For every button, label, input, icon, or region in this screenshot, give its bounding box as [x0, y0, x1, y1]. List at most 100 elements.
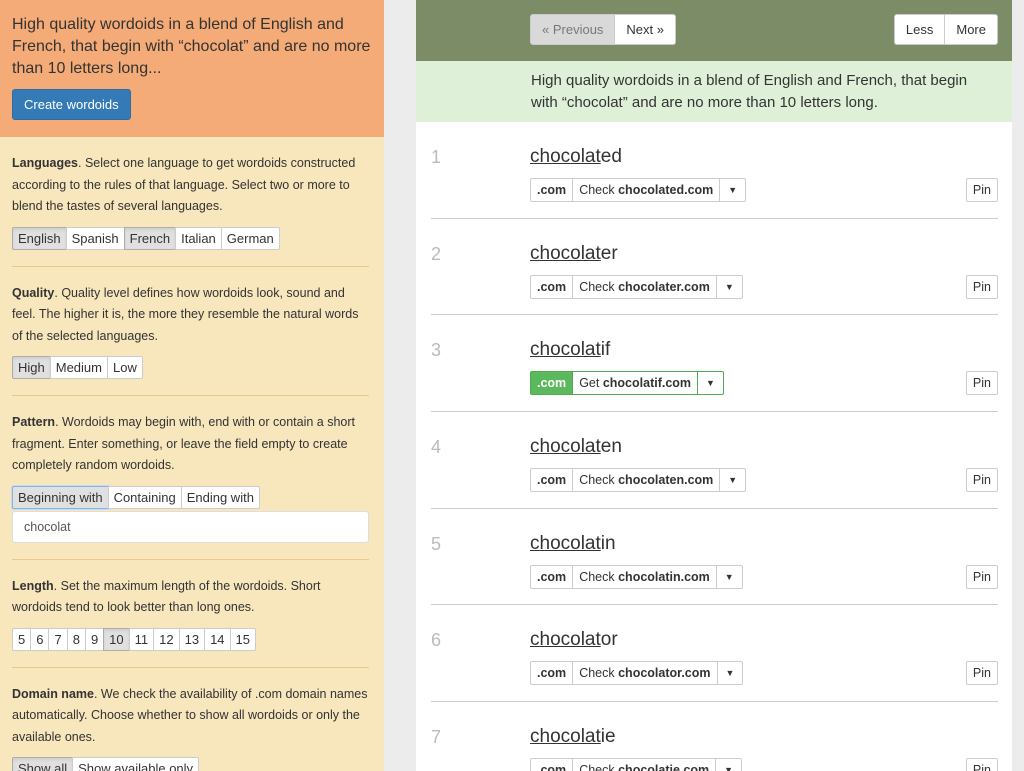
chevron-down-icon[interactable]: ▼ — [716, 661, 744, 686]
result-row: 7 chocolatie .com Check chocolatie.com ▼ Pin — [431, 702, 998, 771]
domain-action: Check — [579, 279, 615, 294]
length-section: Length. Set the maximum length of the wo… — [12, 560, 369, 668]
result-row: 5 chocolatin .com Check chocolatin.com ▼ Pin — [431, 509, 998, 606]
length-title: Length — [12, 578, 54, 593]
result-row: 3 chocolatif .com Get chocolatif.com ▼ Pin — [431, 315, 998, 413]
domain-action-button[interactable]: Check chocolatie.com — [572, 758, 717, 771]
length-option[interactable]: 9 — [84, 627, 105, 651]
pattern-option[interactable]: Ending with — [180, 485, 260, 509]
tld-label: .com — [530, 274, 574, 299]
length-option[interactable]: 13 — [178, 627, 206, 651]
domain-action-button[interactable]: Check chocolater.com — [572, 274, 717, 299]
domain-action-button[interactable]: Check chocolatin.com — [572, 564, 717, 589]
length-desc: . Set the maximum length of the wordoids… — [12, 578, 321, 615]
domain-action-button[interactable]: Check chocolaten.com — [572, 468, 721, 493]
length-option[interactable]: 14 — [204, 627, 231, 651]
domain-name: chocolatie.com — [618, 763, 710, 771]
wordoid-prefix: chocolat — [530, 436, 601, 458]
domain-action: Check — [579, 569, 615, 584]
domain-check-group: .com Check chocolated.com ▼ — [530, 178, 747, 202]
pin-button[interactable]: Pin — [965, 468, 998, 493]
domain-name: chocolatin.com — [618, 569, 710, 584]
language-option[interactable]: French — [123, 226, 177, 250]
pin-button[interactable]: Pin — [965, 758, 998, 771]
domain-description: Domain name. We check the availability o… — [12, 684, 369, 749]
chevron-down-icon[interactable]: ▼ — [719, 468, 747, 493]
chevron-down-icon[interactable]: ▼ — [715, 274, 743, 299]
quality-option[interactable]: High — [12, 356, 51, 379]
domain-action-button[interactable]: Check chocolated.com — [572, 178, 721, 202]
domain-name: chocolatif.com — [602, 376, 692, 391]
result-row: 6 chocolator .com Check chocolator.com ▼ Pin — [431, 605, 998, 703]
pattern-option[interactable]: Containing — [107, 485, 182, 509]
pattern-input[interactable]: chocolat — [12, 510, 369, 543]
pattern-desc: . Wordoids may begin with, end with or c… — [12, 415, 355, 472]
pin-button[interactable]: Pin — [965, 371, 998, 396]
wordoid: chocolator — [530, 629, 618, 651]
wordoid-suffix: if — [600, 339, 611, 361]
pattern-option[interactable]: Beginning with — [12, 485, 109, 509]
wordoid-suffix: or — [600, 629, 618, 651]
tld-label: .com — [530, 371, 574, 396]
page-navigation: « Previous Next » — [530, 14, 676, 45]
language-option[interactable]: Spanish — [65, 226, 125, 250]
sidebar: High quality wordoids in a blend of Engl… — [0, 0, 384, 771]
result-number: 4 — [431, 437, 442, 458]
pattern-options: Beginning with Containing Ending with — [12, 485, 260, 509]
length-option[interactable]: 15 — [229, 627, 257, 651]
quality-option[interactable]: Low — [107, 356, 143, 379]
domain-action-button[interactable]: Check chocolator.com — [572, 661, 718, 686]
tld-label: .com — [530, 564, 574, 589]
language-option[interactable]: German — [220, 226, 280, 250]
count-controls: Less More — [893, 14, 998, 45]
more-button[interactable]: More — [944, 14, 998, 45]
result-number: 1 — [431, 147, 442, 167]
pin-button[interactable]: Pin — [965, 274, 998, 299]
pin-button[interactable]: Pin — [965, 178, 998, 202]
wordoid-suffix: er — [600, 242, 618, 264]
language-option[interactable]: English — [12, 226, 67, 250]
domain-action: Check — [579, 473, 615, 488]
create-wordoids-button[interactable]: Create wordoids — [12, 89, 131, 120]
chevron-down-icon[interactable]: ▼ — [719, 178, 747, 202]
wordoid: chocolatif — [530, 339, 610, 361]
pattern-title: Pattern — [12, 415, 56, 429]
chevron-down-icon[interactable]: ▼ — [715, 564, 743, 589]
length-option[interactable]: 8 — [66, 627, 86, 651]
result-number: 6 — [431, 630, 442, 651]
wordoid: chocolated — [530, 146, 622, 168]
domain-action-button[interactable]: Get chocolatif.com — [572, 371, 699, 396]
next-button[interactable]: Next » — [614, 14, 676, 45]
quality-option[interactable]: Medium — [49, 356, 108, 379]
domain-filter-option[interactable]: Show all — [12, 757, 74, 771]
languages-description: Languages. Select one language to get wo… — [12, 153, 369, 218]
languages-section: Languages. Select one language to get wo… — [12, 137, 369, 267]
domain-name: chocolator.com — [618, 666, 711, 681]
language-option[interactable]: Italian — [175, 226, 222, 250]
wordoid: chocolatie — [530, 726, 616, 748]
chevron-down-icon[interactable]: ▼ — [715, 758, 743, 771]
domain-check-group: .com Check chocolaten.com ▼ — [530, 468, 747, 493]
quality-title: Quality — [12, 285, 55, 300]
domain-check-group: .com Check chocolatie.com ▼ — [530, 758, 743, 771]
pin-button[interactable]: Pin — [965, 564, 998, 589]
domain-filter-option[interactable]: Show available only — [72, 757, 200, 771]
length-option[interactable]: 11 — [128, 627, 155, 651]
quality-section: Quality. Quality level defines how wordo… — [12, 267, 369, 396]
length-option[interactable]: 6 — [30, 627, 50, 651]
previous-button[interactable]: « Previous — [530, 14, 616, 45]
pin-button[interactable]: Pin — [965, 661, 998, 686]
length-option[interactable]: 5 — [12, 627, 32, 651]
length-options: 5 6 7 8 9 10 11 12 13 14 15 — [12, 627, 257, 651]
wordoid-suffix: in — [600, 532, 616, 554]
chevron-down-icon[interactable]: ▼ — [697, 371, 724, 396]
domain-action: Check — [579, 666, 615, 681]
length-option[interactable]: 7 — [48, 627, 68, 651]
summary-box: High quality wordoids in a blend of Engl… — [0, 0, 384, 137]
domain-check-group: .com Get chocolatif.com ▼ — [530, 371, 724, 396]
length-option[interactable]: 10 — [103, 627, 130, 651]
less-button[interactable]: Less — [893, 14, 946, 45]
wordoid-suffix: en — [600, 436, 622, 458]
length-option[interactable]: 12 — [153, 627, 180, 651]
pattern-description: Pattern. Wordoids may begin with, end wi… — [12, 412, 369, 477]
